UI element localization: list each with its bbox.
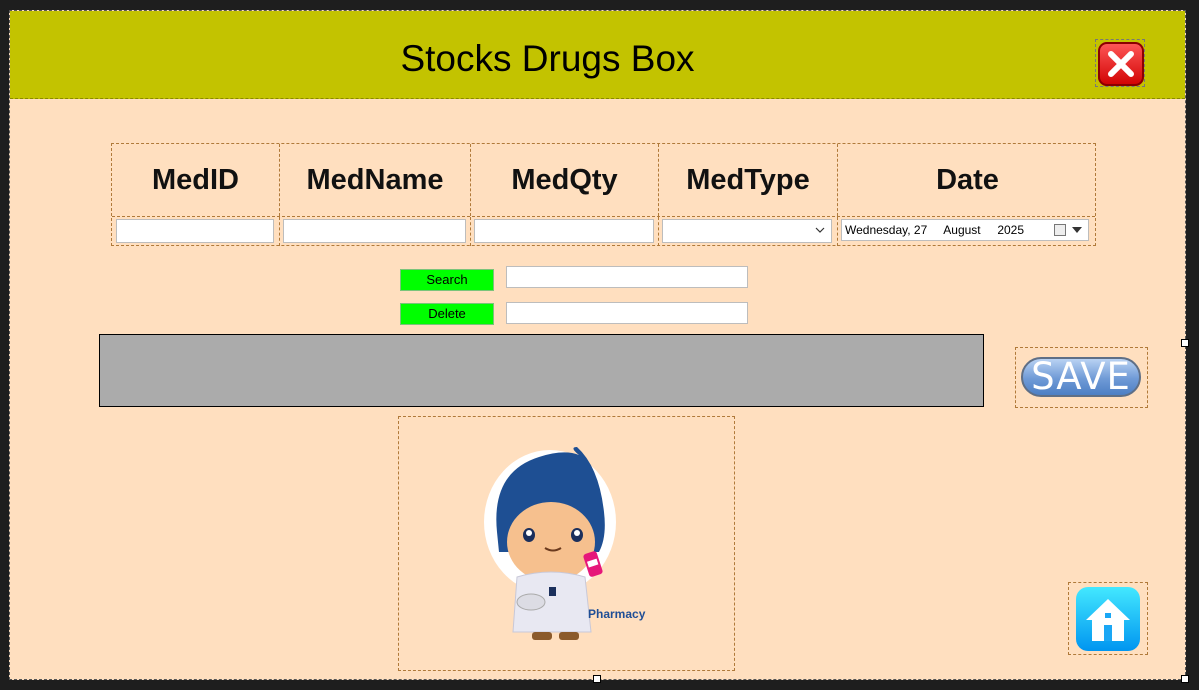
column-header-date: Date [936, 163, 999, 196]
search-input[interactable] [506, 266, 748, 288]
chevron-down-icon [815, 227, 825, 233]
resize-handle-corner[interactable] [1181, 675, 1189, 683]
header-bar: Stocks Drugs Box [10, 11, 1185, 99]
pharmacy-mascot-image: Pharmacy [398, 416, 735, 671]
search-button[interactable]: Search [400, 269, 494, 291]
resize-handle-bottom[interactable] [593, 675, 601, 683]
medqty-input[interactable] [474, 219, 654, 243]
save-button-frame: SAVE [1015, 347, 1148, 408]
column-header-medtype: MedType [659, 144, 838, 216]
column-header-medqty: MedQty [471, 144, 659, 216]
home-button[interactable] [1076, 587, 1140, 651]
delete-input[interactable] [506, 302, 748, 324]
page-title: Stocks Drugs Box [400, 38, 695, 79]
date-picker[interactable]: Wednesday, 27 August 2025 [841, 219, 1089, 241]
column-header-medid: MedID [112, 144, 280, 216]
medname-input[interactable] [283, 219, 466, 243]
close-button[interactable] [1095, 39, 1145, 87]
pharmacist-mascot-illustration [484, 447, 616, 640]
calendar-icon [1054, 224, 1066, 236]
home-button-frame [1068, 582, 1148, 655]
save-button[interactable]: SAVE [1021, 357, 1141, 397]
home-icon [1086, 599, 1130, 641]
medtype-select[interactable] [662, 219, 832, 243]
close-icon [1098, 42, 1144, 86]
column-header-medname: MedName [280, 144, 471, 216]
resize-handle-right[interactable] [1181, 339, 1189, 347]
form-window: Stocks Drugs Box MedID MedName MedQty Me… [9, 10, 1186, 680]
date-value: Wednesday, 27 August 2025 [845, 223, 1025, 237]
dropdown-arrow-icon [1072, 227, 1082, 233]
pharmacy-caption: Pharmacy [588, 607, 646, 621]
input-grid: MedID MedName MedQty MedType Date Wednes… [111, 143, 1096, 246]
delete-button[interactable]: Delete [400, 303, 494, 325]
medid-input[interactable] [116, 219, 274, 243]
data-grid-panel[interactable] [99, 334, 984, 407]
